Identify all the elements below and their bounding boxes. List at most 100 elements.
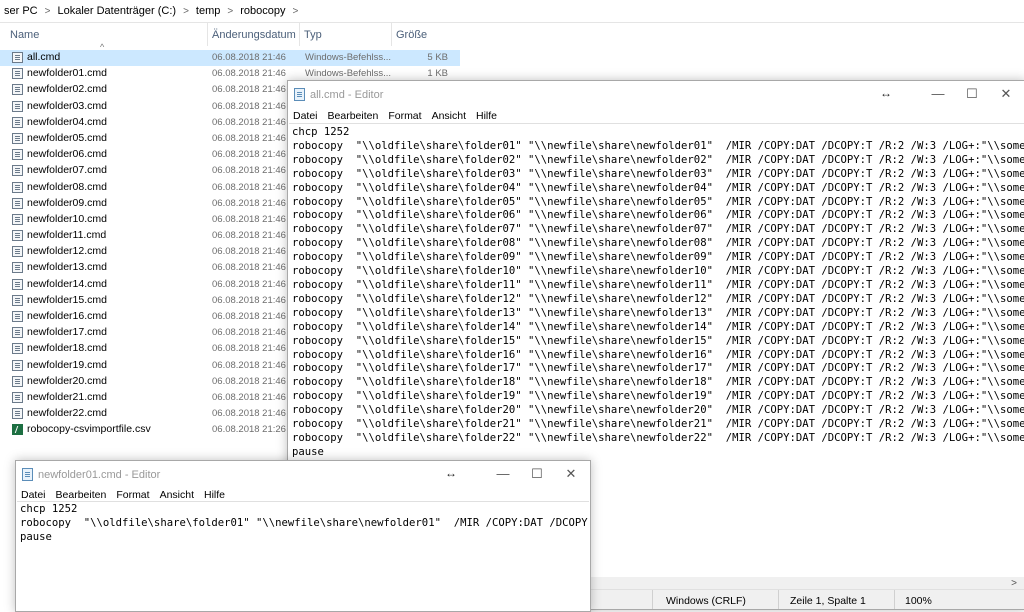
file-name: newfolder14.cmd	[27, 277, 107, 290]
column-headers: ^ Name Änderungsdatum Typ Größe	[0, 22, 460, 52]
window-title: all.cmd - Editor	[310, 89, 384, 101]
cmd-file-icon	[12, 262, 23, 274]
editor-line: robocopy "\\oldfile\share\folder13" "\\n…	[292, 306, 1024, 319]
resize-cursor-icon: ↔	[880, 86, 892, 100]
cmd-file-icon	[12, 294, 23, 306]
file-name: newfolder09.cmd	[27, 196, 107, 209]
cmd-file-icon	[12, 391, 23, 403]
file-name: newfolder08.cmd	[27, 180, 107, 193]
file-date: 06.08.2018 21:46	[212, 262, 286, 274]
file-type: Windows-Befehlss...	[305, 52, 392, 63]
editor-line: robocopy "\\oldfile\share\folder21" "\\n…	[292, 418, 1024, 431]
cmd-file-icon	[12, 165, 23, 177]
cmd-file-icon	[12, 408, 23, 420]
notepad-icon	[294, 88, 305, 101]
file-name: newfolder02.cmd	[27, 83, 107, 96]
file-date: 06.08.2018 21:46	[212, 132, 286, 144]
chevron-right-icon[interactable]: >	[180, 6, 192, 17]
file-date: 06.08.2018 21:46	[212, 84, 286, 96]
cmd-file-icon	[12, 197, 23, 209]
editor-line: robocopy "\\oldfile\share\folder09" "\\n…	[292, 251, 1024, 264]
window-title: newfolder01.cmd - Editor	[38, 469, 161, 481]
title-bar[interactable]: all.cmd - Editor ↔ — ☐ ✕	[288, 81, 1024, 109]
editor-line: robocopy "\\oldfile\share\folder04" "\\n…	[292, 181, 1024, 194]
file-name: all.cmd	[27, 51, 61, 63]
file-date: 06.08.2018 21:46	[212, 375, 286, 387]
column-header-date[interactable]: Änderungsdatum	[208, 22, 300, 46]
file-name: newfolder22.cmd	[27, 407, 107, 420]
minimize-button[interactable]: —	[485, 461, 521, 487]
file-name: newfolder13.cmd	[27, 261, 107, 274]
editor-line: robocopy "\\oldfile\share\folder01" "\\n…	[20, 516, 589, 529]
editor-line: robocopy "\\oldfile\share\folder05" "\\n…	[292, 195, 1024, 208]
notepad-window-newfolder01-cmd: newfolder01.cmd - Editor ↔ — ☐ ✕ Datei B…	[15, 460, 591, 612]
address-breadcrumb: ser PC > Lokaler Datenträger (C:) > temp…	[0, 0, 1024, 23]
file-date: 06.08.2018 21:46	[212, 197, 286, 209]
file-name: newfolder04.cmd	[27, 115, 107, 128]
chevron-right-icon[interactable]: >	[290, 6, 302, 17]
cmd-file-icon	[12, 149, 23, 161]
editor-line: pause	[292, 445, 324, 458]
file-name: newfolder03.cmd	[27, 99, 107, 112]
cmd-file-icon	[12, 230, 23, 242]
maximize-button[interactable]: ☐	[954, 81, 990, 107]
chevron-right-icon[interactable]: >	[42, 6, 54, 17]
editor-line: chcp 1252	[292, 126, 350, 138]
file-name: newfolder11.cmd	[27, 229, 107, 242]
file-name: newfolder15.cmd	[27, 293, 107, 306]
status-line-ending: Windows (CRLF)	[666, 595, 746, 607]
cmd-file-icon	[12, 84, 23, 96]
breadcrumb-temp[interactable]: temp	[192, 5, 224, 17]
breadcrumb-drive-c[interactable]: Lokaler Datenträger (C:)	[53, 5, 180, 17]
title-bar[interactable]: newfolder01.cmd - Editor ↔ — ☐ ✕	[16, 461, 590, 489]
editor-line: pause	[20, 530, 52, 543]
editor-line: robocopy "\\oldfile\share\folder18" "\\n…	[292, 376, 1024, 389]
editor-line: robocopy "\\oldfile\share\folder06" "\\n…	[292, 209, 1024, 222]
breadcrumb-robocopy[interactable]: robocopy	[236, 5, 289, 17]
file-date: 06.08.2018 21:46	[212, 408, 286, 420]
close-button[interactable]: ✕	[988, 81, 1024, 107]
editor-line: robocopy "\\oldfile\share\folder07" "\\n…	[292, 223, 1024, 236]
file-name: newfolder07.cmd	[27, 164, 107, 177]
file-date: 06.08.2018 21:46	[212, 230, 286, 242]
chevron-right-icon[interactable]: >	[224, 6, 236, 17]
file-date: 06.08.2018 21:46	[212, 181, 286, 193]
maximize-button[interactable]: ☐	[519, 461, 555, 487]
editor-line: robocopy "\\oldfile\share\folder08" "\\n…	[292, 237, 1024, 250]
column-header-name[interactable]: Name	[6, 22, 208, 46]
editor-line: robocopy "\\oldfile\share\folder22" "\\n…	[292, 431, 1024, 444]
cmd-file-icon	[12, 343, 23, 355]
file-row[interactable]: all.cmd 06.08.2018 21:46 Windows-Befehlss.…	[0, 50, 460, 67]
status-cursor-position: Zeile 1, Spalte 1	[790, 595, 866, 607]
file-name: newfolder18.cmd	[27, 342, 107, 355]
status-zoom: 100%	[905, 595, 932, 607]
file-date: 06.08.2018 21:46	[212, 165, 286, 177]
cmd-file-icon	[12, 359, 23, 371]
file-date: 06.08.2018 21:46	[212, 52, 286, 63]
cmd-file-icon	[12, 311, 23, 322]
file-name: newfolder12.cmd	[27, 245, 107, 258]
close-button[interactable]: ✕	[553, 461, 589, 487]
breadcrumb-this-pc[interactable]: ser PC	[0, 5, 42, 17]
file-date: 06.08.2018 21:46	[212, 359, 286, 371]
cmd-file-icon	[12, 327, 23, 339]
file-date: 06.08.2018 21:46	[212, 391, 286, 403]
editor-line: chcp 1252	[20, 503, 78, 515]
text-editor[interactable]: chcp 1252 robocopy "\\oldfile\share\folde…	[17, 501, 589, 611]
editor-line: robocopy "\\oldfile\share\folder12" "\\n…	[292, 292, 1024, 305]
file-date: 06.08.2018 21:46	[212, 246, 286, 258]
file-size: 5 KB	[427, 52, 448, 63]
file-date: 06.08.2018 21:46	[212, 343, 286, 355]
cmd-file-icon	[12, 278, 23, 290]
minimize-button[interactable]: —	[920, 81, 956, 107]
file-name: newfolder10.cmd	[27, 212, 107, 225]
file-name: newfolder20.cmd	[27, 374, 107, 387]
file-name: newfolder01.cmd	[27, 67, 107, 80]
file-name: newfolder16.cmd	[27, 310, 107, 322]
column-header-size[interactable]: Größe	[392, 22, 452, 46]
file-date: 06.08.2018 21:46	[212, 213, 286, 225]
editor-line: robocopy "\\oldfile\share\folder01" "\\n…	[292, 139, 1024, 152]
editor-line: robocopy "\\oldfile\share\folder10" "\\n…	[292, 265, 1024, 278]
editor-line: robocopy "\\oldfile\share\folder11" "\\n…	[292, 278, 1024, 291]
column-header-type[interactable]: Typ	[300, 22, 392, 46]
